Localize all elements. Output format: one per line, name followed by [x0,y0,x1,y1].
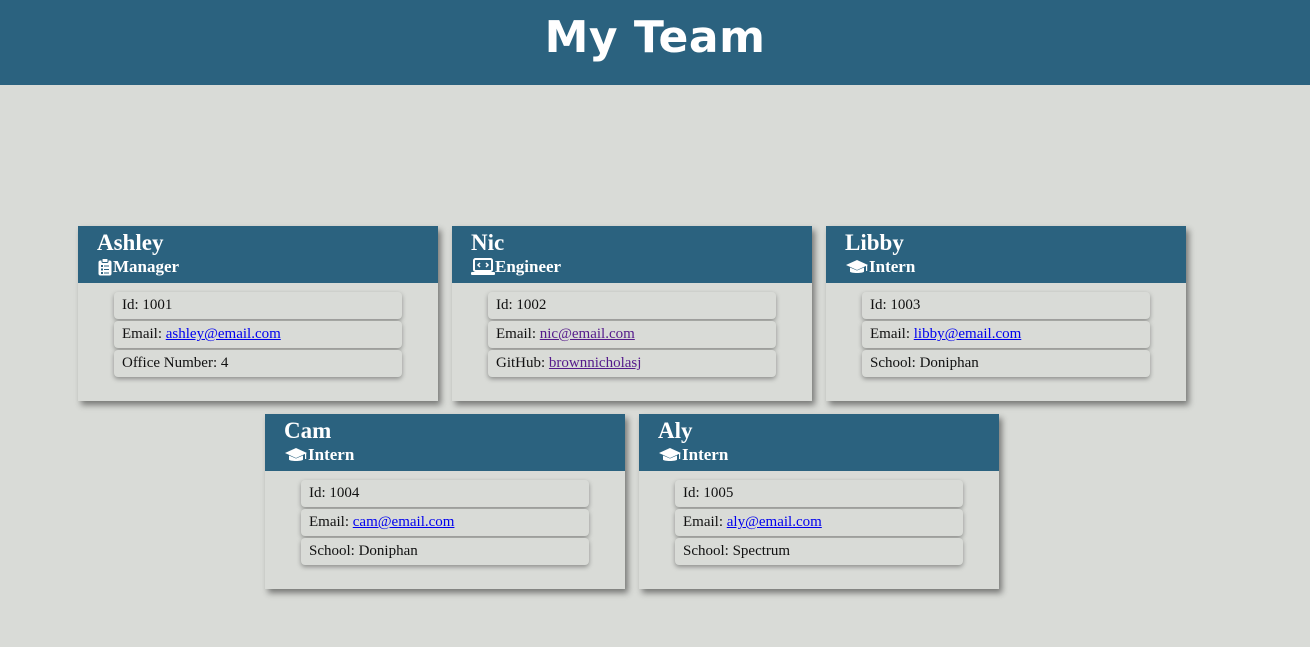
employee-role: Engineer [471,256,812,278]
employee-id: Id: 1004 [301,480,589,507]
role-label: Intern [682,445,729,464]
employee-card-libby: Libby Intern Id: 1003 Email: libby@email… [826,226,1186,401]
school: School: Spectrum [675,538,963,565]
card-header: Nic Engineer [452,226,812,283]
page-title: My Team [544,12,766,63]
email-label: Email: [683,514,727,530]
employee-name: Nic [471,230,505,255]
email-label: Email: [870,326,914,342]
card-body: Id: 1002 Email: nic@email.com GitHub: br… [452,283,812,377]
card-header: Ashley Manager [78,226,438,283]
email-link[interactable]: aly@email.com [727,514,822,530]
github-link[interactable]: brownnicholasj [549,355,641,371]
employee-email-row: Email: libby@email.com [862,321,1150,348]
graduation-cap-icon [658,446,682,464]
employee-role: Manager [97,256,438,278]
office-number: Office Number: 4 [114,350,402,377]
role-label: Intern [308,445,355,464]
role-label: Intern [869,257,916,276]
email-label: Email: [496,326,540,342]
school: School: Doniphan [862,350,1150,377]
role-label: Engineer [495,257,562,276]
page-header: My Team [0,0,1310,85]
clipboard-icon [97,258,113,276]
employee-card-aly: Aly Intern Id: 1005 Email: aly@email.com… [639,414,999,589]
employee-id: Id: 1003 [862,292,1150,319]
email-label: Email: [309,514,353,530]
employee-name: Aly [658,418,693,443]
school: School: Doniphan [301,538,589,565]
employee-role: Intern [658,444,999,466]
employee-email-row: Email: nic@email.com [488,321,776,348]
card-body: Id: 1003 Email: libby@email.com School: … [826,283,1186,377]
employee-id: Id: 1002 [488,292,776,319]
graduation-cap-icon [845,258,869,276]
card-body: Id: 1005 Email: aly@email.com School: Sp… [639,471,999,565]
github-row: GitHub: brownnicholasj [488,350,776,377]
email-link[interactable]: cam@email.com [353,514,455,530]
employee-id: Id: 1001 [114,292,402,319]
email-link[interactable]: ashley@email.com [166,326,281,342]
employee-email-row: Email: ashley@email.com [114,321,402,348]
employee-card-nic: Nic Engineer Id: 1002 Email: nic@email.c… [452,226,812,401]
card-header: Libby Intern [826,226,1186,283]
employee-name: Ashley [97,230,164,255]
email-label: Email: [122,326,166,342]
employee-role: Intern [845,256,1186,278]
card-header: Aly Intern [639,414,999,471]
graduation-cap-icon [284,446,308,464]
email-link[interactable]: nic@email.com [540,326,635,342]
employee-email-row: Email: aly@email.com [675,509,963,536]
employee-card-cam: Cam Intern Id: 1004 Email: cam@email.com… [265,414,625,589]
employee-name: Libby [845,230,904,255]
card-body: Id: 1004 Email: cam@email.com School: Do… [265,471,625,565]
card-body: Id: 1001 Email: ashley@email.com Office … [78,283,438,377]
card-header: Cam Intern [265,414,625,471]
github-label: GitHub: [496,355,549,371]
email-link[interactable]: libby@email.com [914,326,1022,342]
laptop-code-icon [471,258,495,276]
employee-role: Intern [284,444,625,466]
employee-card-ashley: Ashley Manager Id: 1001 Email: ashley@em… [78,226,438,401]
employee-email-row: Email: cam@email.com [301,509,589,536]
employee-name: Cam [284,418,332,443]
role-label: Manager [113,257,180,276]
employee-id: Id: 1005 [675,480,963,507]
